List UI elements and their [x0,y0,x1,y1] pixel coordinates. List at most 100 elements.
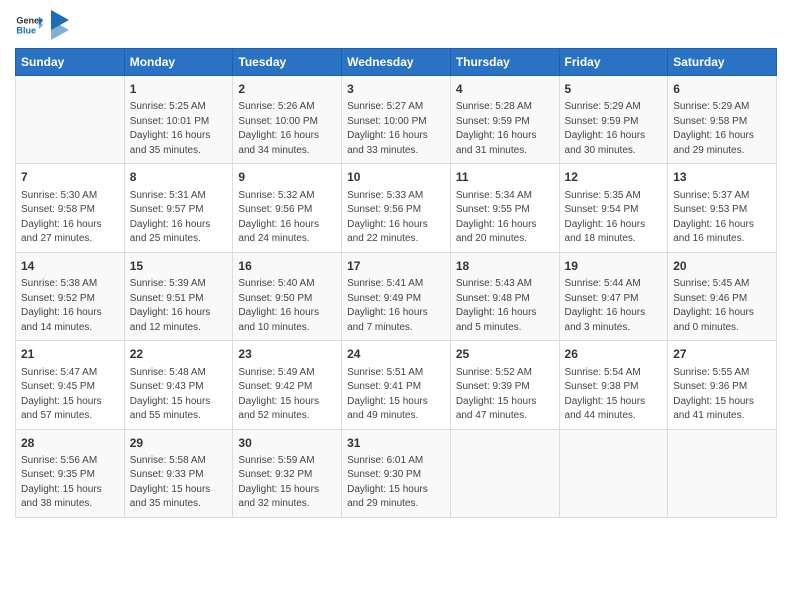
calendar-cell: 30Sunrise: 5:59 AM Sunset: 9:32 PM Dayli… [233,429,342,517]
calendar-cell: 7 Sunrise: 5:30 AM Sunset: 9:58 PM Daylig… [16,164,125,252]
day-info: Sunrise: 5:37 AM Sunset: 9:53 PM Dayligh… [673,189,771,247]
day-number: 1 [130,81,228,98]
calendar-cell: 29 Sunrise: 5:58 AM Sunset: 9:33 PM Dayli… [124,429,233,517]
calendar-cell: 21 Sunrise: 5:47 AM Sunset: 9:45 PM Dayli… [16,341,125,429]
page-header: General Blue [15,10,777,40]
calendar-cell: 24 Sunrise: 5:51 AM Sunset: 9:41 PM Dayli… [342,341,451,429]
logo-icon: General Blue [15,11,43,39]
day-info: Sunrise: 5:33 AM Sunset: 9:56 PM Dayligh… [347,189,445,247]
day-info: Sunrise: 5:56 AM Sunset: 9:35 PM Dayligh… [21,454,119,512]
day-number: 11 [456,169,554,186]
calendar-cell: 23Sunrise: 5:49 AM Sunset: 9:42 PM Dayli… [233,341,342,429]
calendar-cell: 25 Sunrise: 5:52 AM Sunset: 9:39 PM Dayli… [450,341,559,429]
day-number: 10 [347,169,445,186]
calendar-cell: 8Sunrise: 5:31 AM Sunset: 9:57 PM Daylig… [124,164,233,252]
calendar-cell: 26 Sunrise: 5:54 AM Sunset: 9:38 PM Dayli… [559,341,668,429]
day-info: Sunrise: 5:27 AM Sunset: 10:00 PM Daylig… [347,100,445,158]
day-info: Sunrise: 5:31 AM Sunset: 9:57 PM Dayligh… [130,189,228,247]
day-info: Sunrise: 5:55 AM Sunset: 9:36 PM Dayligh… [673,366,771,424]
day-info: Sunrise: 5:47 AM Sunset: 9:45 PM Dayligh… [21,366,119,424]
header-monday: Monday [124,49,233,76]
day-number: 12 [565,169,663,186]
calendar-week-row: 7 Sunrise: 5:30 AM Sunset: 9:58 PM Daylig… [16,164,777,252]
calendar-cell: 19 Sunrise: 5:44 AM Sunset: 9:47 PM Dayli… [559,252,668,340]
calendar-cell: 18Sunrise: 5:43 AM Sunset: 9:48 PM Dayli… [450,252,559,340]
day-number: 9 [238,169,336,186]
day-number: 17 [347,258,445,275]
calendar-week-row: 14Sunrise: 5:38 AM Sunset: 9:52 PM Dayli… [16,252,777,340]
day-number: 4 [456,81,554,98]
day-info: Sunrise: 5:59 AM Sunset: 9:32 PM Dayligh… [238,454,336,512]
calendar-cell: 27 Sunrise: 5:55 AM Sunset: 9:36 PM Dayli… [668,341,777,429]
calendar-cell: 15 Sunrise: 5:39 AM Sunset: 9:51 PM Dayli… [124,252,233,340]
calendar-cell: 9 Sunrise: 5:32 AM Sunset: 9:56 PM Daylig… [233,164,342,252]
day-number: 23 [238,346,336,363]
header-sunday: Sunday [16,49,125,76]
day-info: Sunrise: 5:30 AM Sunset: 9:58 PM Dayligh… [21,189,119,247]
day-number: 19 [565,258,663,275]
day-info: Sunrise: 5:35 AM Sunset: 9:54 PM Dayligh… [565,189,663,247]
header-wednesday: Wednesday [342,49,451,76]
day-number: 21 [21,346,119,363]
day-number: 6 [673,81,771,98]
calendar-cell: 12 Sunrise: 5:35 AM Sunset: 9:54 PM Dayli… [559,164,668,252]
calendar-week-row: 21 Sunrise: 5:47 AM Sunset: 9:45 PM Dayli… [16,341,777,429]
header-friday: Friday [559,49,668,76]
day-info: Sunrise: 5:29 AM Sunset: 9:58 PM Dayligh… [673,100,771,158]
calendar-cell: 4 Sunrise: 5:28 AM Sunset: 9:59 PM Daylig… [450,76,559,164]
day-info: Sunrise: 6:01 AM Sunset: 9:30 PM Dayligh… [347,454,445,512]
calendar-cell: 13Sunrise: 5:37 AM Sunset: 9:53 PM Dayli… [668,164,777,252]
calendar-cell: 5Sunrise: 5:29 AM Sunset: 9:59 PM Daylig… [559,76,668,164]
header-tuesday: Tuesday [233,49,342,76]
logo-arrow-icon [51,10,69,40]
calendar-cell: 2 Sunrise: 5:26 AM Sunset: 10:00 PM Dayli… [233,76,342,164]
day-number: 15 [130,258,228,275]
logo: General Blue [15,10,69,40]
day-info: Sunrise: 5:58 AM Sunset: 9:33 PM Dayligh… [130,454,228,512]
day-info: Sunrise: 5:34 AM Sunset: 9:55 PM Dayligh… [456,189,554,247]
calendar-header-row: SundayMondayTuesdayWednesdayThursdayFrid… [16,49,777,76]
calendar-cell: 20 Sunrise: 5:45 AM Sunset: 9:46 PM Dayli… [668,252,777,340]
calendar-table: SundayMondayTuesdayWednesdayThursdayFrid… [15,48,777,518]
calendar-cell [16,76,125,164]
day-info: Sunrise: 5:32 AM Sunset: 9:56 PM Dayligh… [238,189,336,247]
day-number: 29 [130,435,228,452]
calendar-cell: 16Sunrise: 5:40 AM Sunset: 9:50 PM Dayli… [233,252,342,340]
day-number: 31 [347,435,445,452]
day-number: 2 [238,81,336,98]
day-info: Sunrise: 5:43 AM Sunset: 9:48 PM Dayligh… [456,277,554,335]
day-info: Sunrise: 5:52 AM Sunset: 9:39 PM Dayligh… [456,366,554,424]
day-info: Sunrise: 5:54 AM Sunset: 9:38 PM Dayligh… [565,366,663,424]
header-saturday: Saturday [668,49,777,76]
calendar-cell: 3Sunrise: 5:27 AM Sunset: 10:00 PM Dayli… [342,76,451,164]
day-info: Sunrise: 5:28 AM Sunset: 9:59 PM Dayligh… [456,100,554,158]
day-info: Sunrise: 5:25 AM Sunset: 10:01 PM Daylig… [130,100,228,158]
day-number: 26 [565,346,663,363]
day-number: 7 [21,169,119,186]
day-number: 27 [673,346,771,363]
calendar-cell: 28 Sunrise: 5:56 AM Sunset: 9:35 PM Dayli… [16,429,125,517]
header-thursday: Thursday [450,49,559,76]
day-info: Sunrise: 5:39 AM Sunset: 9:51 PM Dayligh… [130,277,228,335]
calendar-cell [559,429,668,517]
calendar-cell: 6 Sunrise: 5:29 AM Sunset: 9:58 PM Daylig… [668,76,777,164]
calendar-cell [668,429,777,517]
calendar-cell: 17 Sunrise: 5:41 AM Sunset: 9:49 PM Dayli… [342,252,451,340]
svg-text:Blue: Blue [16,25,36,35]
day-number: 25 [456,346,554,363]
day-info: Sunrise: 5:26 AM Sunset: 10:00 PM Daylig… [238,100,336,158]
day-info: Sunrise: 5:44 AM Sunset: 9:47 PM Dayligh… [565,277,663,335]
calendar-cell: 11 Sunrise: 5:34 AM Sunset: 9:55 PM Dayli… [450,164,559,252]
day-number: 5 [565,81,663,98]
day-info: Sunrise: 5:45 AM Sunset: 9:46 PM Dayligh… [673,277,771,335]
day-number: 28 [21,435,119,452]
day-number: 20 [673,258,771,275]
day-info: Sunrise: 5:51 AM Sunset: 9:41 PM Dayligh… [347,366,445,424]
calendar-cell [450,429,559,517]
calendar-week-row: 1 Sunrise: 5:25 AM Sunset: 10:01 PM Dayli… [16,76,777,164]
calendar-cell: 10 Sunrise: 5:33 AM Sunset: 9:56 PM Dayli… [342,164,451,252]
day-number: 24 [347,346,445,363]
day-info: Sunrise: 5:41 AM Sunset: 9:49 PM Dayligh… [347,277,445,335]
day-number: 16 [238,258,336,275]
day-info: Sunrise: 5:48 AM Sunset: 9:43 PM Dayligh… [130,366,228,424]
